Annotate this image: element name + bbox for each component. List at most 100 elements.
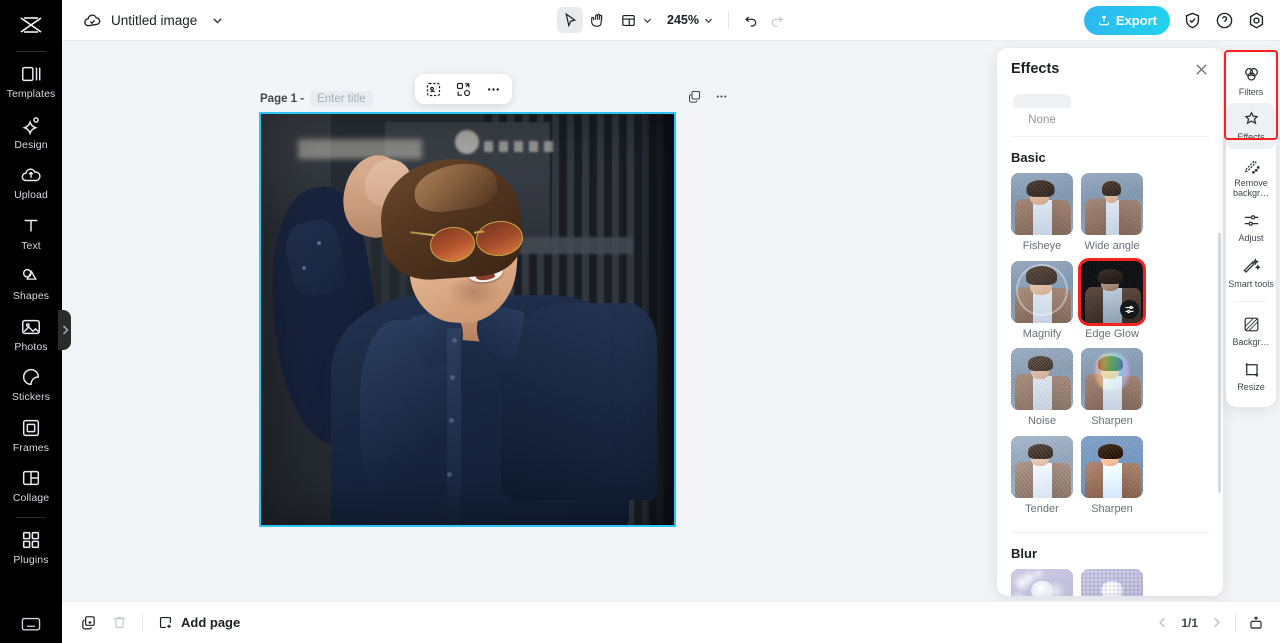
selected-image-frame[interactable]	[259, 112, 676, 527]
photos-icon	[20, 316, 42, 338]
capcut-image-editor: Templates Design Upload Text Shapes	[0, 0, 1280, 643]
page-title-input[interactable]: Enter title	[310, 91, 373, 107]
effect-item-magnify[interactable]: Magnify	[1011, 261, 1073, 341]
effect-item-fisheye[interactable]: Fisheye	[1011, 173, 1073, 253]
sidebar-item-templates[interactable]: Templates	[0, 56, 62, 107]
stickers-icon	[20, 366, 42, 388]
effect-item-tender[interactable]: Tender	[1011, 436, 1073, 516]
tool-resize[interactable]: Resize	[1226, 353, 1276, 398]
add-page-label: Add page	[181, 615, 240, 630]
layout-tool-button[interactable]	[613, 7, 655, 33]
sidebar-item-photos[interactable]: Photos	[0, 309, 62, 360]
expand-panel-icon[interactable]	[1248, 615, 1264, 631]
close-icon[interactable]	[1194, 62, 1209, 77]
tool-background[interactable]: Backgr…	[1226, 308, 1276, 353]
effects-panel-scrollbar[interactable]	[1218, 233, 1221, 493]
trash-icon[interactable]	[111, 614, 128, 631]
cursor-select-icon	[562, 12, 579, 29]
export-button[interactable]: Export	[1084, 6, 1170, 35]
effect-item-sharpen-2[interactable]: Sharpen	[1081, 436, 1143, 516]
tool-label: Remove backgr…	[1228, 178, 1274, 199]
effect-label: Magnify	[1011, 328, 1073, 341]
add-page-button[interactable]: Add page	[157, 614, 240, 631]
tool-effects[interactable]: Effects	[1226, 103, 1276, 148]
effect-label: Noise	[1011, 415, 1073, 428]
plugins-icon	[20, 529, 42, 551]
redo-icon[interactable]	[769, 12, 785, 28]
shield-check-icon[interactable]	[1183, 11, 1202, 30]
chevron-down-icon	[642, 15, 653, 26]
sidebar-item-plugins[interactable]: Plugins	[0, 522, 62, 573]
right-tool-rail: Filters Effects Remove backgr… Adjust Sm…	[1226, 52, 1276, 407]
canvas-photo	[261, 114, 674, 525]
effect-item-edge-glow[interactable]: Edge Glow	[1081, 261, 1143, 341]
capcut-logo-icon	[18, 15, 44, 35]
effect-label: Sharpen	[1081, 503, 1143, 516]
hand-tool-button[interactable]	[585, 7, 611, 33]
cutout-subject-icon[interactable]	[425, 81, 442, 98]
zoom-level-control[interactable]: 245%	[667, 13, 714, 27]
duplicate-icon[interactable]	[80, 614, 97, 631]
sidebar-item-shapes[interactable]: Shapes	[0, 258, 62, 309]
panel-collapse-handle[interactable]	[58, 310, 71, 350]
tool-filters[interactable]: Filters	[1226, 58, 1276, 103]
settings-gear-icon[interactable]	[1247, 11, 1266, 30]
sidebar-item-text[interactable]: Text	[0, 208, 62, 259]
sidebar-item-design[interactable]: Design	[0, 107, 62, 158]
page-actions-group	[687, 89, 729, 104]
undo-redo-group	[743, 12, 785, 28]
effect-item-bubble[interactable]: Bubble	[1011, 569, 1073, 596]
undo-icon[interactable]	[743, 12, 759, 28]
effect-none-thumb	[1013, 94, 1071, 108]
duplicate-icon[interactable]	[687, 89, 702, 104]
more-horizontal-icon[interactable]	[485, 81, 502, 98]
effect-item-noise[interactable]: Noise	[1011, 348, 1073, 428]
replace-swap-icon[interactable]	[455, 81, 472, 98]
effect-thumb	[1081, 569, 1143, 596]
chevron-left-icon[interactable]	[1156, 616, 1169, 629]
sidebar-item-stickers[interactable]: Stickers	[0, 359, 62, 410]
document-title[interactable]: Untitled image	[111, 13, 197, 28]
templates-icon	[20, 63, 42, 85]
sidebar-item-collage[interactable]: Collage	[0, 460, 62, 511]
sidebar-item-upload[interactable]: Upload	[0, 157, 62, 208]
tool-label: Smart tools	[1228, 279, 1274, 289]
tool-label: Adjust	[1238, 233, 1263, 243]
effects-panel-header: Effects	[997, 48, 1223, 90]
app-logo[interactable]	[0, 5, 62, 45]
effect-thumb	[1011, 173, 1073, 235]
bottom-left-group: Add page	[80, 614, 240, 632]
effect-thumb	[1011, 348, 1073, 410]
tool-label: Filters	[1239, 87, 1264, 97]
sidebar-item-frames[interactable]: Frames	[0, 410, 62, 461]
effect-label: Fisheye	[1011, 240, 1073, 253]
text-icon	[20, 215, 42, 237]
resize-crop-icon	[1242, 360, 1261, 379]
sidebar-label-text: Text	[21, 241, 41, 253]
document-title-group[interactable]: Untitled image	[83, 11, 224, 30]
effects-panel-body: None Basic Fisheye Wide angle Magnify	[997, 90, 1223, 596]
chevron-down-icon[interactable]	[211, 14, 224, 27]
sidebar-label-photos: Photos	[14, 342, 47, 354]
background-icon	[1242, 315, 1261, 334]
effect-item-sharpen-1[interactable]: Sharpen	[1081, 348, 1143, 428]
effects-group-title-blur: Blur	[1011, 546, 1209, 561]
effect-item-low-quality[interactable]: Low Quality	[1081, 569, 1143, 596]
effect-none-item[interactable]: None	[1011, 90, 1209, 126]
question-circle-icon[interactable]	[1215, 11, 1234, 30]
add-page-icon	[157, 614, 174, 631]
keyboard-shortcuts-button[interactable]	[0, 615, 62, 633]
effect-item-wide-angle[interactable]: Wide angle	[1081, 173, 1143, 253]
tool-adjust[interactable]: Adjust	[1226, 204, 1276, 249]
select-tool-button[interactable]	[557, 7, 583, 33]
layout-tool-icon-wrap[interactable]	[615, 7, 641, 33]
chevron-right-icon[interactable]	[1210, 616, 1223, 629]
page-number-label: Page 1 -	[260, 93, 304, 105]
more-horizontal-icon[interactable]	[714, 89, 729, 104]
tool-remove-background[interactable]: Remove backgr…	[1226, 149, 1276, 205]
tool-smart-tools[interactable]: Smart tools	[1226, 250, 1276, 295]
sidebar-label-collage: Collage	[13, 493, 49, 505]
effect-adjust-badge[interactable]	[1120, 300, 1139, 319]
effect-label: Edge Glow	[1081, 328, 1143, 341]
effects-panel-title: Effects	[1011, 61, 1059, 77]
